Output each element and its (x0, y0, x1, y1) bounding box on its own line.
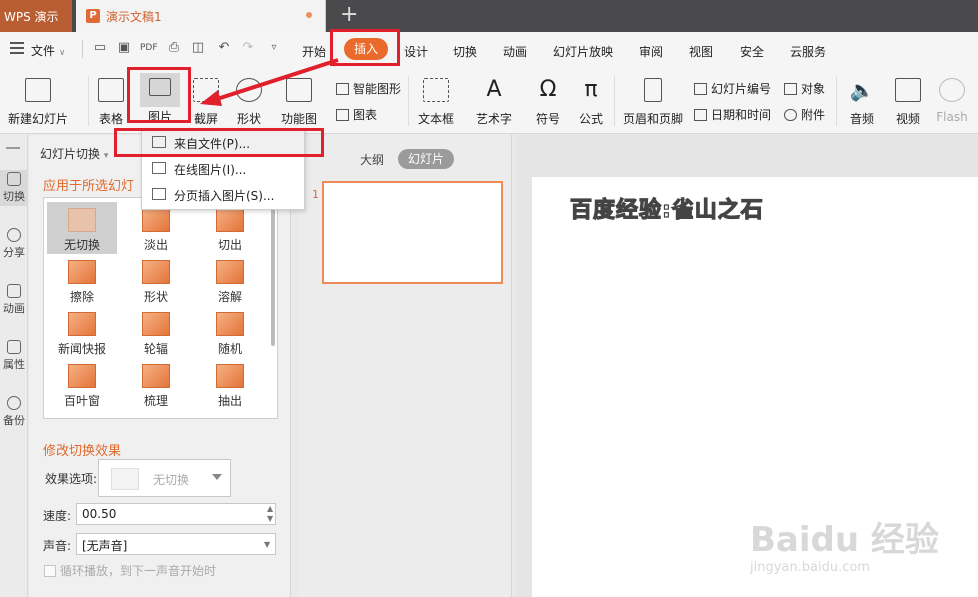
annotation-arrow (200, 58, 339, 106)
